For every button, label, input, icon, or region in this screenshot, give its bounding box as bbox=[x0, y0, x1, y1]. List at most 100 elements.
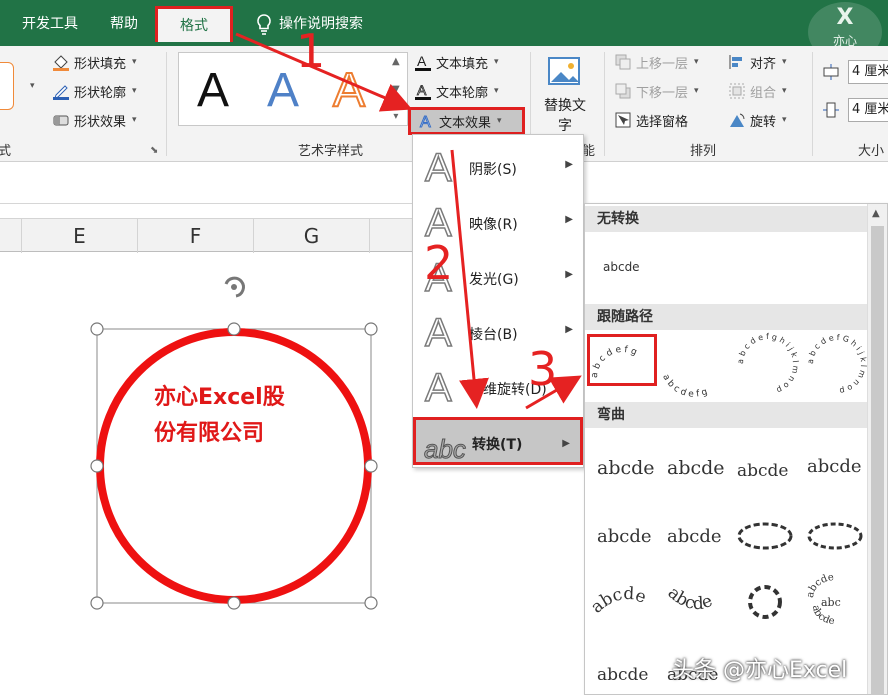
menu-item-bevel[interactable]: A 棱台(B) ▶ bbox=[413, 306, 583, 360]
text-outline-button[interactable]: A 文本轮廓 ▾ bbox=[414, 79, 499, 103]
chevron-right-icon: ▶ bbox=[565, 214, 573, 225]
section-follow-path: 跟随路径 bbox=[585, 304, 867, 330]
menu-item-label: 发光(G) bbox=[469, 272, 519, 288]
rotate-handle-icon[interactable] bbox=[224, 276, 245, 298]
text-a-icon: A bbox=[415, 53, 431, 71]
svg-text:abcde: abcde bbox=[737, 461, 788, 481]
warp-plain[interactable]: abcde bbox=[595, 448, 659, 488]
group-label: 组合 bbox=[750, 85, 777, 101]
annotation-step-1: 1 bbox=[296, 24, 326, 78]
svg-text:a b c d e f g h i j k l m n o: a b c d e f g h i j k l m n o p bbox=[736, 332, 800, 395]
follow-path-circle[interactable]: a b c d e f g h i j k l m n o p bbox=[735, 332, 801, 396]
dialog-launcher-shape-styles[interactable]: ⬊ bbox=[150, 138, 158, 162]
warp-chevron-up[interactable]: abcde bbox=[595, 516, 659, 556]
wordart-style-gallery[interactable]: A A A bbox=[178, 52, 408, 126]
tab-help[interactable]: 帮助 bbox=[100, 10, 148, 38]
shape-effect-label: 形状效果 bbox=[74, 114, 127, 130]
shape-text-content[interactable]: 亦心Excel股 份有限公司 bbox=[154, 380, 324, 452]
wordart-gallery-scroller[interactable]: ▲ ▼ ▾ bbox=[392, 56, 400, 122]
logo-mark: X bbox=[836, 5, 854, 30]
warp-triangle-down[interactable]: abcde bbox=[805, 446, 869, 486]
svg-text:abc: abc bbox=[821, 596, 841, 609]
red-circle-shape[interactable] bbox=[96, 328, 372, 604]
shape-effect-button[interactable]: 形状效果 ▾ bbox=[52, 108, 137, 132]
column-header-partial[interactable] bbox=[0, 219, 22, 253]
annotation-step-3: 3 bbox=[528, 342, 558, 396]
selection-pane-button[interactable]: 选择窗格 bbox=[614, 108, 688, 132]
shape-style-scroll[interactable]: ▾ bbox=[28, 74, 35, 98]
menu-item-3d-rotation[interactable]: A 三维旋转(D) ▶ bbox=[413, 361, 583, 415]
svg-text:abcde: abcde bbox=[664, 583, 716, 614]
wordart-group-label: 艺术字样式 bbox=[298, 144, 364, 159]
column-header-e[interactable]: E bbox=[22, 219, 138, 253]
align-button[interactable]: 对齐 ▾ bbox=[728, 50, 787, 74]
tab-developer[interactable]: 开发工具 bbox=[12, 10, 88, 38]
svg-text:abcde: abcde bbox=[807, 456, 862, 477]
transform-option-none[interactable]: abcde bbox=[603, 260, 640, 274]
replace-text-button[interactable]: 替换文字 bbox=[540, 54, 590, 136]
chevron-right-icon: ▶ bbox=[565, 379, 573, 390]
chevron-right-icon: ▶ bbox=[565, 159, 573, 170]
follow-path-button[interactable]: a b c d e f G h i j k l m n o p bbox=[806, 332, 868, 396]
size-group-label: 大小 bbox=[858, 144, 885, 159]
column-header-f[interactable]: F bbox=[138, 219, 254, 253]
warp-ring-outside[interactable] bbox=[805, 516, 869, 556]
scrollbar-thumb[interactable] bbox=[871, 226, 884, 695]
warp-arch-down[interactable]: abcde bbox=[664, 583, 729, 624]
text-effect-icon: A bbox=[420, 114, 432, 131]
shape-height-input[interactable]: 4 厘米 bbox=[848, 60, 888, 84]
gallery-scrollbar[interactable]: ▲ bbox=[867, 204, 887, 695]
selection-pane-label: 选择窗格 bbox=[636, 114, 689, 130]
shape-fill-button[interactable]: 形状填充 ▾ bbox=[52, 50, 137, 74]
rotate-icon bbox=[730, 113, 745, 127]
watermark-text: 头条 @亦心Excel bbox=[672, 658, 848, 683]
warp-stop[interactable]: abcde bbox=[665, 448, 729, 488]
svg-text:A: A bbox=[420, 114, 431, 130]
rotate-button[interactable]: 旋转 ▾ bbox=[728, 108, 787, 132]
svg-text:A: A bbox=[417, 82, 427, 98]
resize-handles[interactable] bbox=[90, 322, 378, 610]
wordart-style-orange-outline[interactable]: A bbox=[332, 63, 366, 119]
warp-row4-option-1[interactable]: abcde bbox=[595, 654, 659, 694]
shape-style-preview[interactable] bbox=[0, 62, 14, 110]
layers-back-icon bbox=[615, 83, 631, 99]
svg-text:a b c d e f g: a b c d e f g bbox=[590, 345, 638, 378]
shape-text-line-2: 份有限公司 bbox=[154, 421, 265, 446]
menu-item-shadow[interactable]: A 阴影(S) ▶ bbox=[413, 141, 583, 195]
scroll-up-arrow-icon[interactable]: ▲ bbox=[872, 208, 880, 219]
follow-path-arch-down[interactable]: a b c d e f g bbox=[659, 338, 729, 400]
warp-triangle-up[interactable]: abcde bbox=[735, 450, 799, 490]
replace-text-label: 替换文字 bbox=[544, 98, 586, 134]
rotate-label: 旋转 bbox=[750, 114, 777, 130]
warp-button[interactable]: abcde abc abcde bbox=[805, 572, 863, 628]
follow-path-arch-up[interactable]: a b c d e f g bbox=[590, 338, 653, 382]
wordart-style-blue[interactable]: A bbox=[267, 63, 299, 119]
warp-ring-inside[interactable] bbox=[735, 516, 799, 556]
bring-forward-label: 上移一层 bbox=[636, 56, 689, 72]
layers-icon bbox=[615, 54, 631, 70]
warp-circle[interactable] bbox=[737, 578, 793, 626]
chevron-right-icon: ▶ bbox=[565, 269, 573, 280]
svg-text:a b c d e f g: a b c d e f g bbox=[660, 373, 709, 400]
menu-item-label: 阴影(S) bbox=[469, 162, 517, 178]
group-separator bbox=[604, 52, 605, 156]
text-fill-button[interactable]: A 文本填充 ▾ bbox=[414, 50, 499, 74]
text-effect-button[interactable]: A 文本效果 ▾ bbox=[408, 107, 525, 135]
tab-format[interactable]: 格式 bbox=[155, 6, 233, 42]
group-separator bbox=[166, 52, 167, 156]
wordart-style-black[interactable]: A bbox=[197, 63, 229, 119]
menu-item-transform[interactable]: abc 转换(T) ▶ bbox=[413, 417, 583, 465]
group-button[interactable]: 组合 ▾ bbox=[728, 79, 787, 103]
column-header-g[interactable]: G bbox=[254, 219, 370, 253]
menu-item-label: 棱台(B) bbox=[469, 327, 518, 343]
warp-chevron-down[interactable]: abcde bbox=[665, 516, 729, 556]
column-header-h[interactable] bbox=[370, 219, 414, 253]
shape-width-input[interactable]: 4 厘米 bbox=[848, 98, 888, 122]
image-icon bbox=[548, 57, 580, 85]
section-no-transform: 无转换 bbox=[585, 206, 867, 232]
shape-outline-button[interactable]: 形状轮廓 ▾ bbox=[52, 79, 137, 103]
send-backward-button[interactable]: 下移一层 ▾ bbox=[614, 79, 699, 103]
arrange-group-label: 排列 bbox=[690, 144, 717, 159]
bring-forward-button[interactable]: 上移一层 ▾ bbox=[614, 50, 699, 74]
warp-arch-up[interactable]: abcde bbox=[587, 584, 659, 624]
